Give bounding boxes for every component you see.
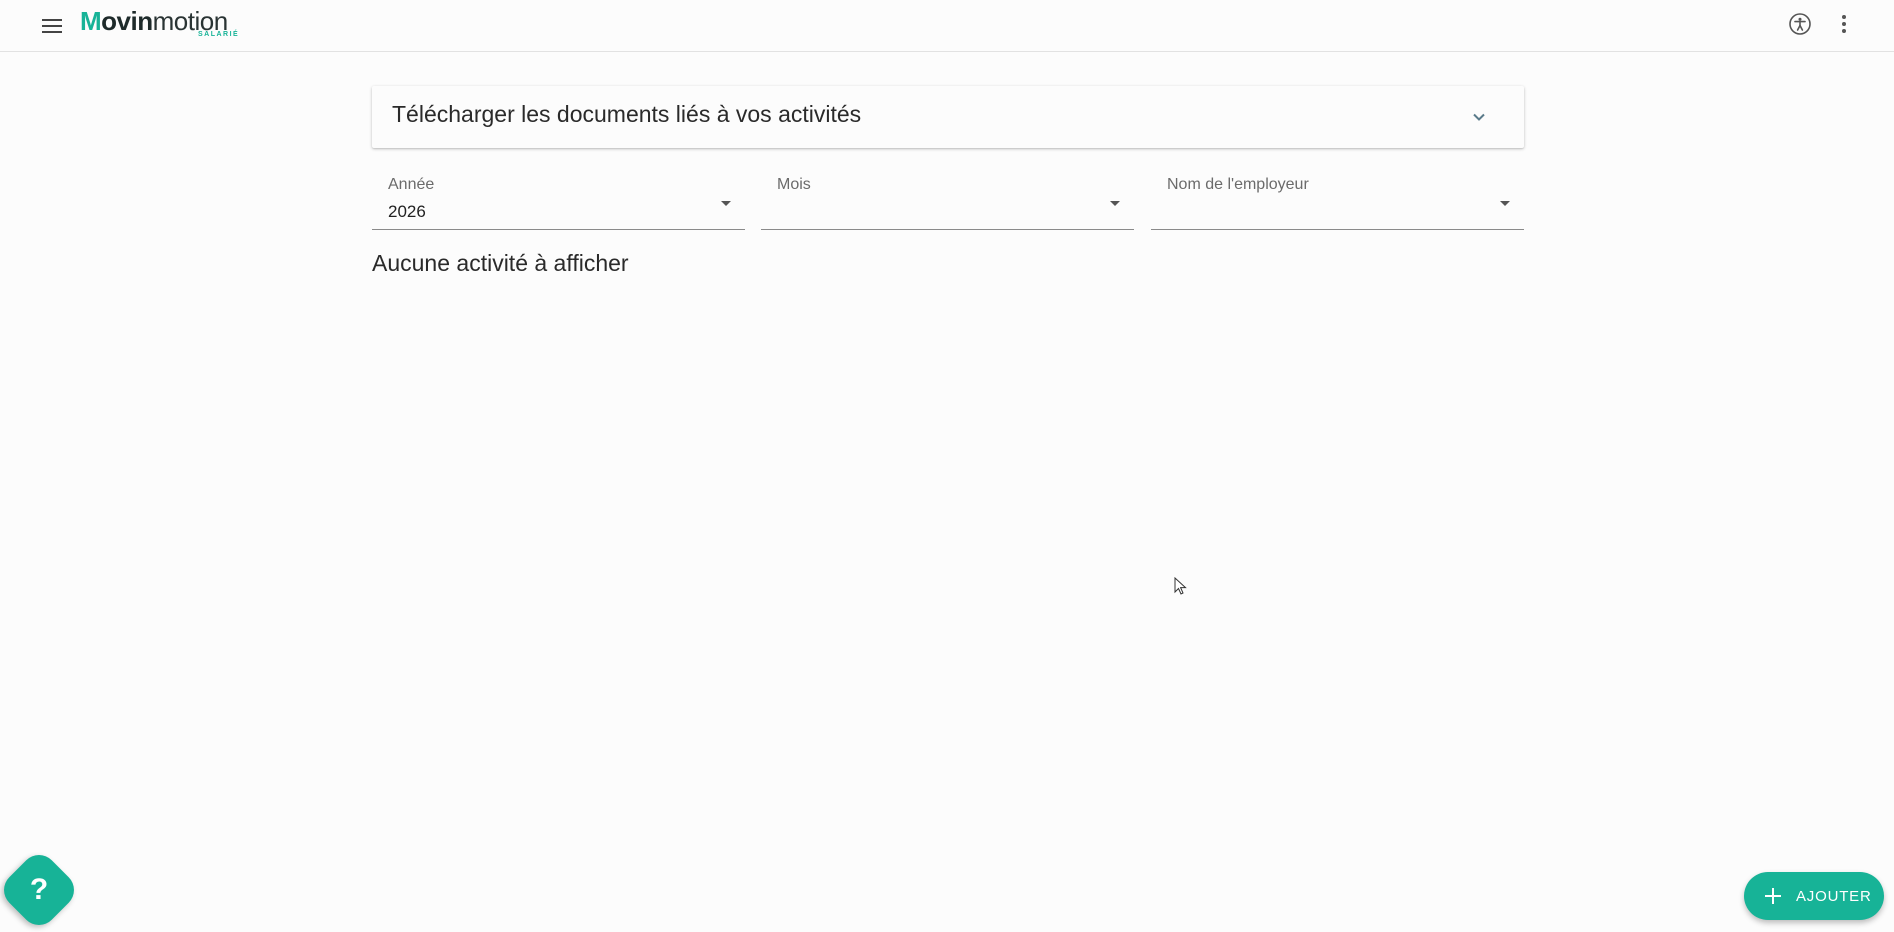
year-select[interactable]: Année 2026: [372, 172, 745, 230]
more-vertical-icon[interactable]: [1836, 12, 1852, 36]
logo-mark: M: [80, 6, 102, 36]
hamburger-menu-icon[interactable]: [38, 14, 66, 38]
dropdown-arrow-icon: [1110, 201, 1120, 206]
month-label: Mois: [777, 176, 811, 193]
dropdown-arrow-icon: [721, 201, 731, 206]
year-label: Année: [388, 176, 435, 193]
empty-activities-message: Aucune activité à afficher: [372, 250, 629, 276]
add-button-label: AJOUTER: [1796, 887, 1872, 905]
movinmotion-logo[interactable]: Movinmotion SALARIÉ: [80, 8, 250, 42]
month-select[interactable]: Mois: [761, 172, 1134, 230]
mouse-cursor-icon: [1174, 576, 1188, 597]
employer-select[interactable]: Nom de l'employeur: [1151, 172, 1524, 230]
plus-icon: [1764, 887, 1782, 905]
year-value: 2026: [388, 202, 426, 221]
help-button[interactable]: ?: [0, 847, 82, 932]
chevron-down-icon[interactable]: [1470, 108, 1488, 126]
download-documents-panel[interactable]: Télécharger les documents liés à vos act…: [372, 86, 1524, 148]
logo-text-bold: ovin: [101, 6, 153, 36]
app-header: Movinmotion SALARIÉ: [0, 0, 1894, 52]
employer-label: Nom de l'employeur: [1167, 176, 1309, 193]
accessibility-icon[interactable]: [1788, 12, 1812, 36]
add-button[interactable]: AJOUTER: [1744, 872, 1884, 920]
download-panel-title: Télécharger les documents liés à vos act…: [392, 101, 862, 127]
help-question-icon: ?: [29, 873, 49, 906]
logo-subtitle: SALARIÉ: [198, 31, 240, 38]
dropdown-arrow-icon: [1500, 201, 1510, 206]
